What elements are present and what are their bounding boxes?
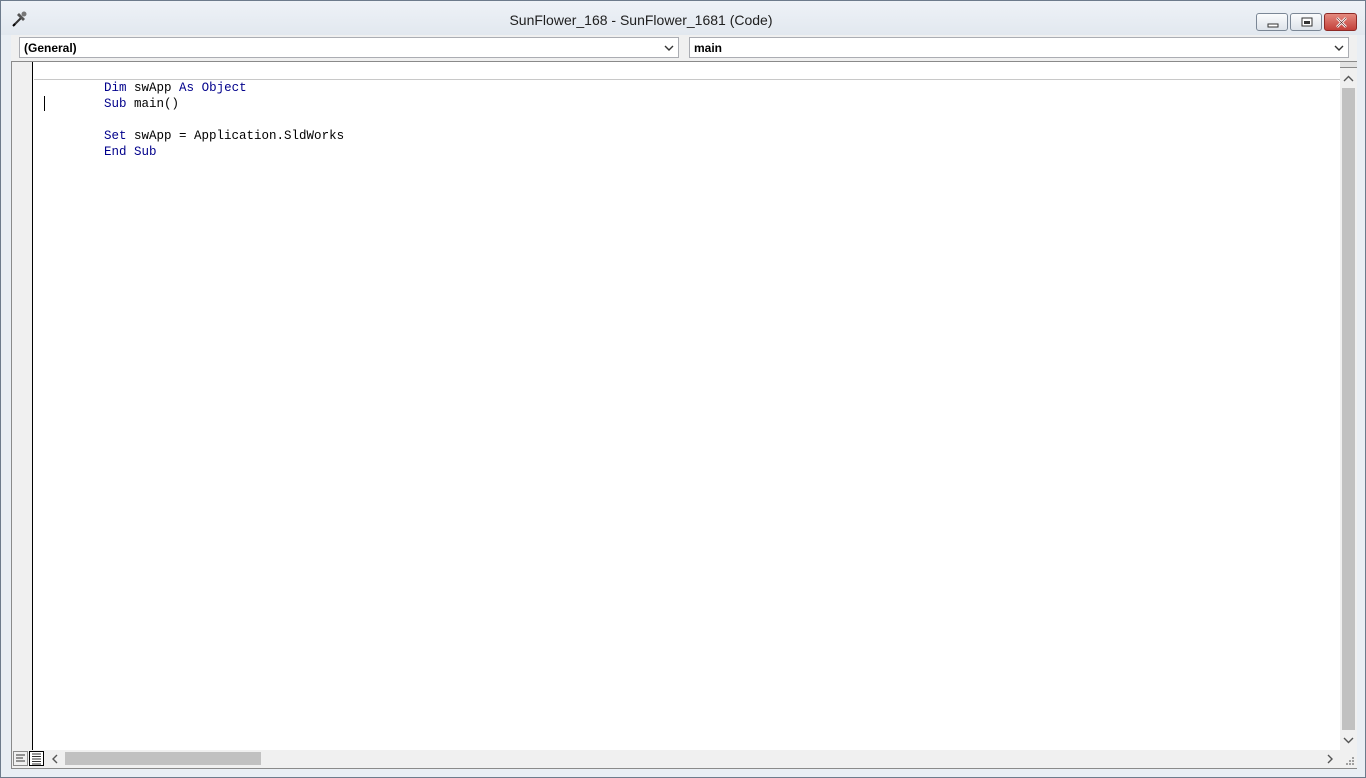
restore-icon <box>1301 17 1313 27</box>
close-icon <box>1336 17 1347 28</box>
margin-indicator-bar[interactable] <box>12 62 33 750</box>
code-line[interactable]: End Sub <box>44 128 157 176</box>
restore-button[interactable] <box>1290 13 1322 31</box>
chevron-down-icon[interactable] <box>1332 41 1346 55</box>
vertical-scrollbar[interactable] <box>1340 62 1357 750</box>
size-grip-icon[interactable] <box>1340 750 1357 768</box>
keyword: Sub <box>134 145 157 159</box>
vertical-scroll-thumb[interactable] <box>1342 88 1355 730</box>
close-button[interactable] <box>1324 13 1357 31</box>
text-caret <box>44 96 45 111</box>
minimize-icon <box>1267 23 1279 28</box>
title-bar[interactable]: SunFlower_168 - SunFlower_1681 (Code) <box>1 1 1365 35</box>
procedure-view-button[interactable] <box>13 751 28 766</box>
full-module-view-icon <box>32 753 41 765</box>
minimize-button[interactable] <box>1256 13 1288 31</box>
keyword: End <box>104 145 127 159</box>
procedure-combo[interactable]: main <box>689 37 1349 58</box>
split-bar[interactable] <box>1340 62 1357 68</box>
object-combo-value: (General) <box>24 41 77 55</box>
dropdown-bar: (General) main <box>11 35 1357 61</box>
chevron-down-icon[interactable] <box>662 41 676 55</box>
keyword: Object <box>201 81 247 95</box>
horizontal-scroll-thumb[interactable] <box>65 752 261 765</box>
code-pane: Dim swApp As Object Sub main() Set swApp… <box>11 61 1357 769</box>
window-title: SunFlower_168 - SunFlower_1681 (Code) <box>509 12 773 28</box>
bottom-bar <box>12 750 1357 768</box>
code-window: SunFlower_168 - SunFlower_1681 (Code) (G… <box>0 0 1366 778</box>
procedure-combo-value: main <box>694 41 723 55</box>
full-module-view-button[interactable] <box>29 751 44 766</box>
keyword: Sub <box>104 97 127 111</box>
code-editor[interactable]: Dim swApp As Object Sub main() Set swApp… <box>34 62 1340 750</box>
scroll-right-icon[interactable] <box>1322 751 1338 767</box>
horizontal-scrollbar[interactable] <box>45 750 1340 768</box>
object-combo[interactable]: (General) <box>19 37 679 58</box>
procedure-view-icon <box>16 754 25 762</box>
scroll-left-icon[interactable] <box>47 751 63 767</box>
keyword: As <box>179 81 195 95</box>
scroll-down-icon[interactable] <box>1340 732 1357 749</box>
scroll-up-icon[interactable] <box>1340 70 1357 87</box>
